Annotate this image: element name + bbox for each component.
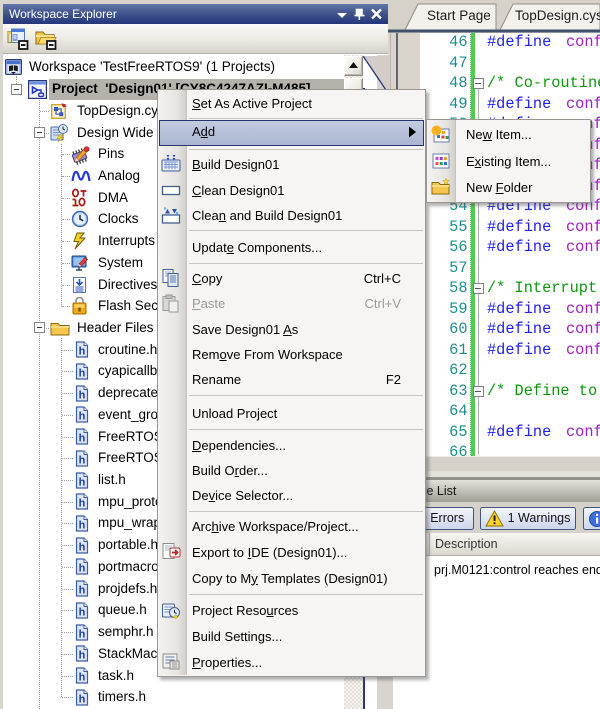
svg-text:h: h <box>79 498 86 510</box>
svg-text:h: h <box>79 454 86 466</box>
svg-text:h: h <box>79 346 86 358</box>
svg-text:h: h <box>79 563 86 575</box>
svg-text:h: h <box>79 585 86 597</box>
svg-text:h: h <box>79 628 86 640</box>
svg-text:h: h <box>79 519 86 531</box>
svg-text:h: h <box>79 433 86 445</box>
svg-text:h: h <box>79 389 86 401</box>
svg-text:h: h <box>79 411 86 423</box>
svg-text:h: h <box>79 650 86 662</box>
svg-text:h: h <box>79 693 86 705</box>
svg-text:h: h <box>79 541 86 553</box>
svg-text:h: h <box>79 672 86 684</box>
svg-text:h: h <box>79 476 86 488</box>
svg-text:h: h <box>79 606 86 618</box>
svg-text:h: h <box>79 367 86 379</box>
